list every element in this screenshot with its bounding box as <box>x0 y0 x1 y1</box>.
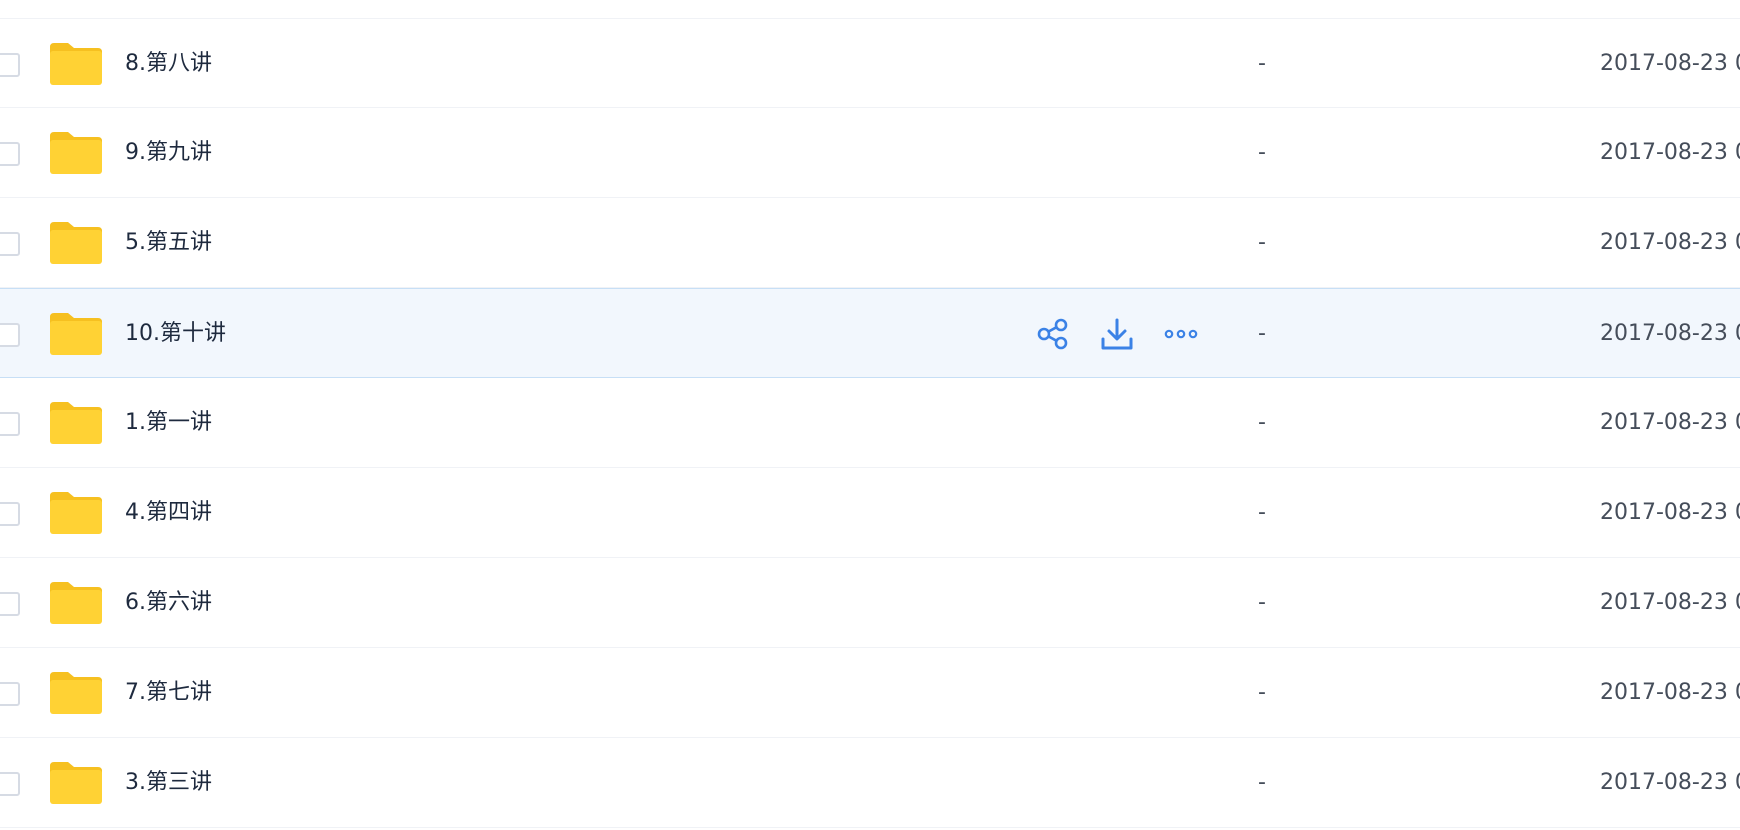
row-checkbox[interactable] <box>0 772 20 796</box>
download-button[interactable] <box>1100 317 1134 351</box>
folder-icon <box>50 762 102 804</box>
folder-icon <box>50 582 102 624</box>
folder-icon <box>50 313 102 355</box>
file-modified-date: 2017-08-23 0 <box>1600 321 1740 346</box>
more-icon <box>1164 329 1198 339</box>
folder-icon <box>50 222 102 264</box>
file-modified-date: 2017-08-23 0 <box>1600 410 1740 435</box>
folder-icon <box>50 132 102 174</box>
row-checkbox[interactable] <box>0 502 20 526</box>
file-name[interactable]: 6.第六讲 <box>125 558 212 648</box>
file-modified-date: 2017-08-23 0 <box>1600 230 1740 255</box>
row-checkbox[interactable] <box>0 682 20 706</box>
file-name[interactable]: 1.第一讲 <box>125 378 212 468</box>
file-row[interactable]: 4.第四讲 - 2017-08-23 0 <box>0 468 1740 558</box>
file-size: - <box>1258 500 1266 525</box>
folder-icon <box>50 43 102 85</box>
file-row[interactable]: 1.第一讲 - 2017-08-23 0 <box>0 378 1740 468</box>
file-row[interactable]: 7.第七讲 - 2017-08-23 0 <box>0 648 1740 738</box>
folder-icon <box>50 402 102 444</box>
row-checkbox[interactable] <box>0 412 20 436</box>
file-size: - <box>1258 230 1266 255</box>
row-checkbox[interactable] <box>0 323 20 347</box>
file-size: - <box>1258 51 1266 76</box>
file-size: - <box>1258 321 1266 346</box>
file-row[interactable]: 3.第三讲 - 2017-08-23 0 <box>0 738 1740 828</box>
file-row[interactable]: 6.第六讲 - 2017-08-23 0 <box>0 558 1740 648</box>
more-button[interactable] <box>1164 317 1198 351</box>
share-button[interactable] <box>1036 317 1070 351</box>
file-modified-date: 2017-08-23 0 <box>1600 500 1740 525</box>
file-name[interactable]: 5.第五讲 <box>125 198 212 288</box>
file-row[interactable]: 5.第五讲 - 2017-08-23 0 <box>0 198 1740 288</box>
folder-icon <box>50 672 102 714</box>
row-checkbox[interactable] <box>0 53 20 77</box>
file-name[interactable]: 4.第四讲 <box>125 468 212 558</box>
file-size: - <box>1258 590 1266 615</box>
file-name[interactable]: 10.第十讲 <box>125 289 226 379</box>
file-size: - <box>1258 680 1266 705</box>
row-checkbox[interactable] <box>0 232 20 256</box>
file-size: - <box>1258 770 1266 795</box>
file-modified-date: 2017-08-23 0 <box>1600 590 1740 615</box>
file-modified-date: 2017-08-23 0 <box>1600 51 1740 76</box>
file-name[interactable]: 3.第三讲 <box>125 738 212 828</box>
file-list: 8.第八讲 - 2017-08-23 0 9.第九讲 - 2017-08-23 … <box>0 0 1740 830</box>
file-row[interactable]: 8.第八讲 - 2017-08-23 0 <box>0 18 1740 108</box>
file-name[interactable]: 8.第八讲 <box>125 19 212 109</box>
file-size: - <box>1258 410 1266 435</box>
file-size: - <box>1258 140 1266 165</box>
row-checkbox[interactable] <box>0 142 20 166</box>
download-icon <box>1101 318 1133 350</box>
share-icon <box>1037 318 1068 350</box>
file-name[interactable]: 9.第九讲 <box>125 108 212 198</box>
folder-icon <box>50 492 102 534</box>
file-name[interactable]: 7.第七讲 <box>125 648 212 738</box>
file-modified-date: 2017-08-23 0 <box>1600 770 1740 795</box>
row-checkbox[interactable] <box>0 592 20 616</box>
file-modified-date: 2017-08-23 0 <box>1600 680 1740 705</box>
file-modified-date: 2017-08-23 0 <box>1600 140 1740 165</box>
row-actions <box>1036 289 1198 379</box>
file-row-hovered[interactable]: 10.第十讲 - 2017-08-23 0 <box>0 288 1740 378</box>
file-row[interactable]: 9.第九讲 - 2017-08-23 0 <box>0 108 1740 198</box>
